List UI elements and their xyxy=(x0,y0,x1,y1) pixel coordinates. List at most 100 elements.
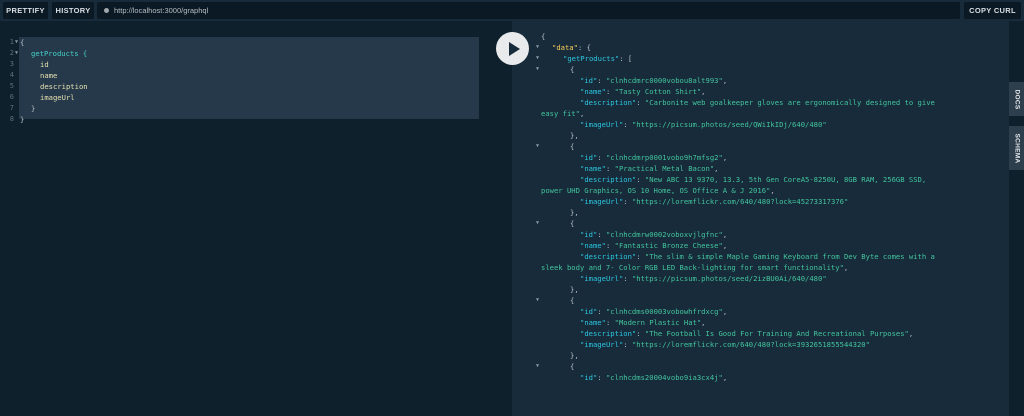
copy-curl-button[interactable]: COPY CURL xyxy=(964,2,1021,19)
line-number: 2 xyxy=(9,49,14,57)
result-line: { xyxy=(570,296,575,305)
json-value: "clnhcdms00003vobowhfrdxcg" xyxy=(605,307,723,316)
json-key: "name" xyxy=(580,318,606,327)
fold-toggle-icon[interactable]: ▼ xyxy=(536,295,539,306)
endpoint-url-text: http://localhost:3000/graphql xyxy=(114,6,209,15)
fold-toggle-icon[interactable]: ▼ xyxy=(536,218,539,229)
data-key: "data" xyxy=(552,43,578,52)
json-key: "id" xyxy=(580,373,598,382)
json-value: easy fit" xyxy=(541,109,580,118)
query-line: } xyxy=(20,115,25,124)
result-line: "description": "The slim & simple Maple … xyxy=(580,252,935,261)
json-key: "description" xyxy=(580,329,637,338)
json-value: "clnhcdmrw0002voboxvjlgfnc" xyxy=(605,230,723,239)
fold-toggle-icon[interactable]: ▼ xyxy=(15,48,18,59)
play-icon xyxy=(508,41,520,56)
schema-tab-label: SCHEMA xyxy=(1013,133,1020,163)
status-dot-icon xyxy=(104,8,109,13)
result-line: { xyxy=(570,65,575,74)
json-value: "Fantastic Bronze Cheese" xyxy=(614,241,723,250)
json-value: "https://loremflickr.com/640/480?lock=45… xyxy=(631,197,849,206)
fold-toggle-icon[interactable]: ▼ xyxy=(536,64,539,75)
fold-toggle-icon[interactable]: ▼ xyxy=(536,141,539,152)
result-line: "name": "Practical Metal Bacon", xyxy=(580,164,719,173)
result-line: { xyxy=(570,219,575,228)
json-value: "clnhcdmrc0000vobou8alt993" xyxy=(605,76,723,85)
query-line: id xyxy=(40,60,49,69)
json-key: "name" xyxy=(580,241,606,250)
line-number: 5 xyxy=(9,82,14,90)
json-key: "imageUrl" xyxy=(580,120,624,129)
result-line: "description": "Carbonite web goalkeeper… xyxy=(580,98,935,107)
result-line: { xyxy=(570,362,575,371)
result-line: "id": "clnhcdmrw0002voboxvjlgfnc", xyxy=(580,230,728,239)
json-value: "https://picsum.photos/seed/QWiIkIDj/640… xyxy=(631,120,827,129)
json-key: "imageUrl" xyxy=(580,274,624,283)
fold-toggle-icon[interactable]: ▼ xyxy=(536,361,539,372)
result-line: }, xyxy=(570,285,579,294)
json-value: "Carbonite web goalkeeper gloves are erg… xyxy=(644,98,935,107)
execute-query-button[interactable] xyxy=(496,32,529,65)
json-key: "description" xyxy=(580,175,637,184)
fold-toggle-icon[interactable]: ▼ xyxy=(536,42,539,53)
result-line: "getProducts": [ xyxy=(563,54,633,63)
json-value: "Practical Metal Bacon" xyxy=(614,164,715,173)
json-key: "description" xyxy=(580,252,637,261)
json-value: "New ABC 13 9370, 13.3, 5th Gen CoreA5-8… xyxy=(644,175,927,184)
json-key: "id" xyxy=(580,76,598,85)
result-line: "id": "clnhcdmrp0001vobo9h7mfsg2", xyxy=(580,153,728,162)
json-value: "Modern Plastic Hat" xyxy=(614,318,702,327)
json-key: "description" xyxy=(580,98,637,107)
result-line: easy fit", xyxy=(541,109,585,118)
json-key: "imageUrl" xyxy=(580,197,624,206)
result-line: }, xyxy=(570,131,579,140)
json-value: "The slim & simple Maple Gaming Keyboard… xyxy=(644,252,935,261)
fold-toggle-icon[interactable]: ▼ xyxy=(536,53,539,64)
line-number: 1 xyxy=(9,38,14,46)
get-products-key: "getProducts" xyxy=(563,54,620,63)
json-key: "name" xyxy=(580,164,606,173)
prettify-button[interactable]: PRETTIFY xyxy=(3,2,48,19)
line-number: 7 xyxy=(9,104,14,112)
result-line: { xyxy=(541,32,546,41)
result-line: "imageUrl": "https://loremflickr.com/640… xyxy=(580,197,849,206)
result-line: "name": "Tasty Cotton Shirt", xyxy=(580,87,706,96)
history-button[interactable]: HISTORY xyxy=(52,2,94,19)
json-value: sleek body and 7- Color RGB LED Back-lig… xyxy=(541,263,844,272)
query-line: getProducts { xyxy=(31,49,88,58)
query-line: description xyxy=(40,82,88,91)
json-value: "https://picsum.photos/seed/2izBU0Ai/640… xyxy=(631,274,827,283)
line-number: 6 xyxy=(9,93,14,101)
line-number: 8 xyxy=(9,115,14,123)
json-key: "imageUrl" xyxy=(580,340,624,349)
endpoint-url-input[interactable]: http://localhost:3000/graphql xyxy=(97,2,960,19)
toolbar: PRETTIFY HISTORY http://localhost:3000/g… xyxy=(0,0,1024,21)
result-line: power UHD Graphics, OS 10 Home, OS Offic… xyxy=(541,186,775,195)
result-line: "data": { xyxy=(552,43,591,52)
query-line: name xyxy=(40,71,58,80)
json-value: "Tasty Cotton Shirt" xyxy=(614,87,702,96)
result-line: { xyxy=(570,142,575,151)
query-line: imageUrl xyxy=(40,93,75,102)
result-line: sleek body and 7- Color RGB LED Back-lig… xyxy=(541,263,849,272)
docs-tab-label: DOCS xyxy=(1013,89,1021,109)
result-line: "imageUrl": "https://picsum.photos/seed/… xyxy=(580,120,827,129)
result-line: "imageUrl": "https://loremflickr.com/640… xyxy=(580,340,870,349)
json-key: "id" xyxy=(580,153,598,162)
json-key: "id" xyxy=(580,307,598,316)
result-line: }, xyxy=(570,351,579,360)
line-number: 3 xyxy=(9,60,14,68)
docs-tab[interactable]: DOCS xyxy=(1009,82,1024,116)
result-line: "name": "Fantastic Bronze Cheese", xyxy=(580,241,728,250)
result-line: "id": "clnhcdms00003vobowhfrdxcg", xyxy=(580,307,728,316)
result-line: "id": "clnhcdms20004vobo9ia3cx4j", xyxy=(580,373,728,382)
result-line: "description": "The Football Is Good For… xyxy=(580,329,914,338)
line-number: 4 xyxy=(9,71,14,79)
json-value: power UHD Graphics, OS 10 Home, OS Offic… xyxy=(541,186,771,195)
json-key: "id" xyxy=(580,230,598,239)
result-line: }, xyxy=(570,208,579,217)
query-line: { xyxy=(20,38,25,47)
json-value: "https://loremflickr.com/640/480?lock=39… xyxy=(631,340,870,349)
schema-tab[interactable]: SCHEMA xyxy=(1009,126,1024,170)
fold-toggle-icon[interactable]: ▼ xyxy=(15,37,18,48)
